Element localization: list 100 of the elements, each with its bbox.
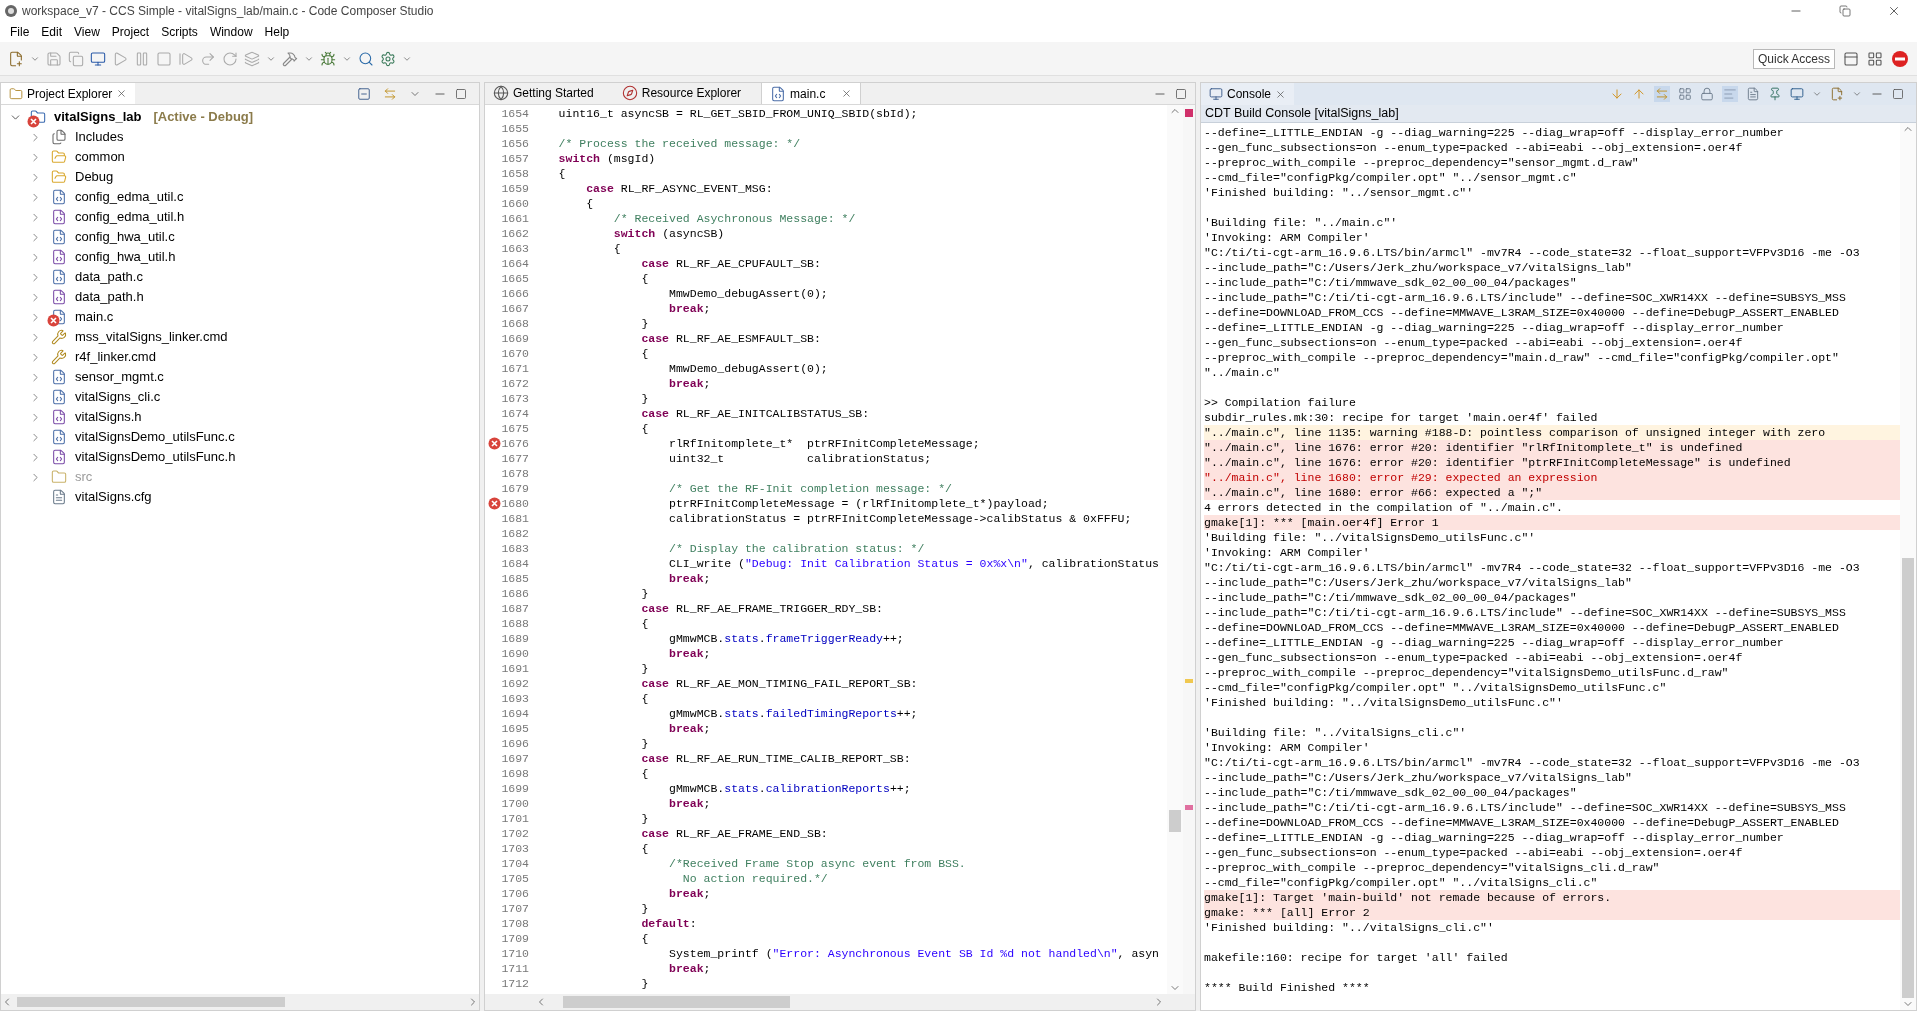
code-line: {: [640, 346, 649, 361]
menu-item[interactable]: Edit: [35, 23, 69, 41]
display-icon[interactable]: [1790, 87, 1804, 101]
folder-icon: [51, 169, 67, 185]
code-line: case RL_RF_AE_MON_TIMING_FAIL_REPORT_SB:: [640, 676, 918, 691]
close-icon[interactable]: [1275, 88, 1287, 100]
arrow-down-icon[interactable]: [1610, 87, 1624, 101]
scroll-thumb[interactable]: [1169, 810, 1181, 832]
project-status: [Active - Debug]: [153, 108, 254, 127]
code-line: {: [640, 931, 649, 946]
play-icon[interactable]: [112, 50, 128, 67]
stop-sign-icon[interactable]: [1891, 49, 1909, 68]
tree-item[interactable]: config_edma_util.c: [9, 187, 479, 207]
line-number: 1682: [501, 526, 529, 541]
horizontal-scrollbar[interactable]: [485, 994, 1195, 1010]
tree-item[interactable]: vitalSigns.cfg: [9, 487, 479, 507]
perspective-icon[interactable]: [1843, 50, 1859, 67]
console-line: 'Building file: "../main.c"': [1204, 215, 1399, 230]
tree-item[interactable]: Includes: [9, 127, 479, 147]
horizontal-scrollbar[interactable]: [1, 994, 479, 1010]
stop-icon[interactable]: [156, 50, 172, 67]
tree-item[interactable]: vitalSigns.h: [9, 407, 479, 427]
tree-item[interactable]: vitalSigns_cli.c: [9, 387, 479, 407]
scroll-thumb[interactable]: [1902, 558, 1914, 998]
maximize-icon[interactable]: [1175, 87, 1187, 100]
console-line: --cmd_file="configPkg/compiler.opt" "../sensor_mgmt.c": [1204, 170, 1578, 185]
step-icon[interactable]: [178, 50, 194, 67]
menu-item[interactable]: Project: [105, 23, 156, 41]
tree-item-label: Debug: [75, 168, 114, 187]
scroll-thumb[interactable]: [17, 997, 285, 1007]
restore-window-icon[interactable]: [1839, 5, 1851, 17]
menu-item[interactable]: Help: [258, 23, 296, 41]
settings-icon[interactable]: [380, 50, 396, 67]
tree-item[interactable]: Debug: [9, 167, 479, 187]
menu-item[interactable]: Window: [203, 23, 259, 41]
step-over-icon[interactable]: [200, 50, 216, 67]
c-file-icon: [51, 309, 67, 325]
tab-label: Getting Started: [513, 85, 594, 102]
tree-item[interactable]: config_hwa_util.c: [9, 227, 479, 247]
folder-icon[interactable]: [9, 86, 23, 101]
tab-label: Console: [1227, 86, 1272, 103]
code-line: No action required.*/: [681, 871, 828, 886]
link-icon[interactable]: [383, 86, 397, 101]
search-icon[interactable]: [358, 50, 374, 67]
tree-item[interactable]: vitalSigns_lab [Active - Debug]: [9, 107, 479, 127]
link-icon[interactable]: [1655, 87, 1669, 101]
editor-tab[interactable]: Getting Started: [485, 82, 614, 104]
quick-access-field[interactable]: Quick Access: [1752, 48, 1835, 69]
tree-item[interactable]: data_path.c: [9, 267, 479, 287]
tree-item[interactable]: vitalSignsDemo_utilsFunc.h: [9, 447, 479, 467]
project-explorer-tab[interactable]: Project Explorer: [1, 83, 136, 104]
tree-item[interactable]: config_hwa_util.h: [9, 247, 479, 267]
code-line: case RL_RF_AE_CPUFAULT_SB:: [640, 256, 821, 271]
grid-icon[interactable]: [1867, 50, 1883, 67]
menu-item[interactable]: View: [68, 23, 106, 41]
tree-item[interactable]: sensor_mgmt.c: [9, 367, 479, 387]
caret-icon[interactable]: [1812, 89, 1822, 99]
maximize-icon[interactable]: [455, 87, 467, 100]
save-all-icon[interactable]: [68, 50, 84, 67]
new-console-icon[interactable]: [1830, 87, 1844, 101]
tree-item[interactable]: data_path.h: [9, 287, 479, 307]
tree-item[interactable]: mss_vitalSigns_linker.cmd: [9, 327, 479, 347]
new-file-icon[interactable]: [8, 50, 24, 67]
monitor-icon[interactable]: [90, 50, 106, 67]
clear-console-icon[interactable]: [1746, 87, 1760, 101]
close-icon[interactable]: [841, 88, 853, 99]
code-line: {: [640, 691, 649, 706]
close-window-icon[interactable]: [1887, 4, 1901, 18]
collapse-all-icon[interactable]: [357, 86, 371, 101]
line-number: 1707: [501, 901, 529, 916]
menu-item[interactable]: Scripts: [155, 23, 204, 41]
pause-icon[interactable]: [134, 50, 150, 67]
console-tab[interactable]: Console: [1201, 83, 1295, 105]
maximize-icon[interactable]: [1892, 88, 1904, 100]
close-icon[interactable]: [116, 88, 128, 99]
caret-icon[interactable]: [1852, 89, 1862, 99]
code-line: MmwDemo_debugAssert(0);: [668, 286, 828, 301]
tree-item[interactable]: main.c: [9, 307, 479, 327]
lock-icon[interactable]: [1700, 87, 1714, 101]
bug-icon[interactable]: [320, 50, 336, 67]
tree-item[interactable]: r4f_linker.cmd: [9, 347, 479, 367]
editor-tab[interactable]: main.c: [761, 82, 862, 104]
tree-item-label: vitalSignsDemo_utilsFunc.c: [75, 428, 235, 447]
editor-tab[interactable]: Resource Explorer: [613, 82, 762, 104]
word-wrap-icon[interactable]: [1723, 87, 1737, 101]
tree-item[interactable]: config_edma_util.h: [9, 207, 479, 227]
vertical-scrollbar[interactable]: [1167, 105, 1183, 994]
console-icon[interactable]: [1209, 87, 1223, 101]
scroll-thumb[interactable]: [562, 996, 791, 1008]
save-icon[interactable]: [46, 50, 62, 67]
hammer-icon[interactable]: [282, 50, 298, 67]
step-return-icon[interactable]: [222, 50, 238, 67]
arrow-up-icon[interactable]: [1632, 87, 1646, 101]
grid-icon[interactable]: [1678, 87, 1692, 101]
tree-item[interactable]: common: [9, 147, 479, 167]
tree-item[interactable]: vitalSignsDemo_utilsFunc.c: [9, 427, 479, 447]
pin-icon[interactable]: [1768, 87, 1782, 101]
layers-icon[interactable]: [244, 50, 260, 67]
menu-item[interactable]: File: [4, 23, 36, 41]
vertical-scrollbar[interactable]: [1900, 123, 1916, 1010]
